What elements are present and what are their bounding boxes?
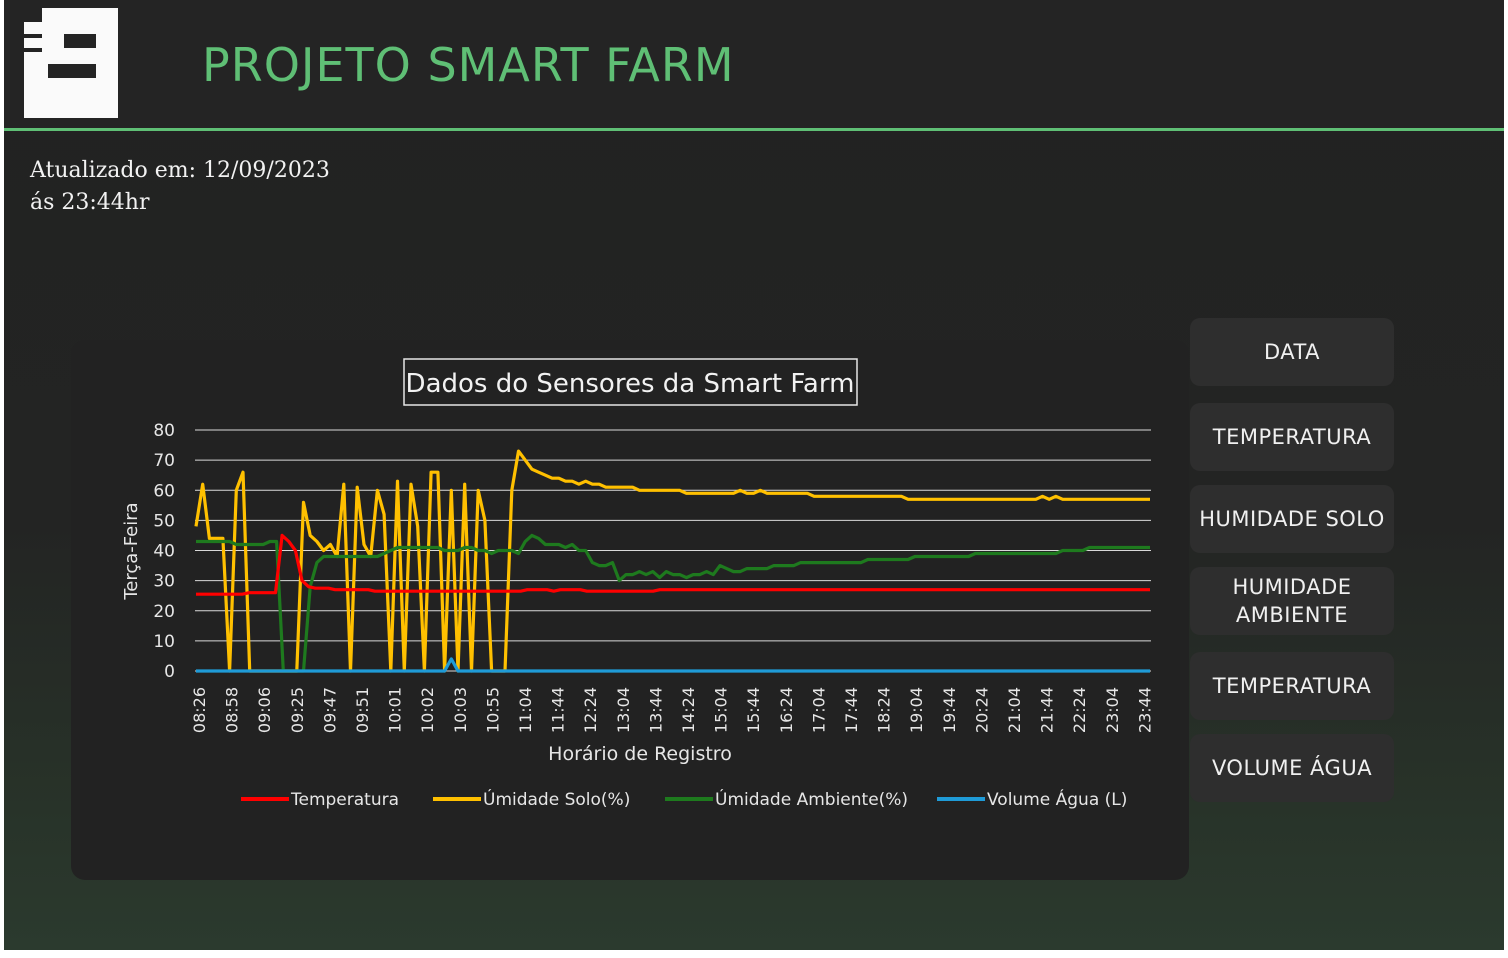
x-tick-label: 09:25 — [288, 687, 307, 733]
legend-item: Temperatura — [241, 790, 399, 810]
x-tick-label: 17:04 — [809, 687, 828, 733]
x-axis-label: Horário de Registro — [548, 743, 732, 765]
x-tick-label: 14:24 — [679, 687, 698, 733]
legend-label: Temperatura — [290, 790, 399, 810]
legend-item: Úmidade Solo(%) — [433, 788, 630, 810]
data-button[interactable]: DATA — [1190, 318, 1394, 386]
legend-item: Volume Água (L) — [937, 788, 1127, 810]
app-title: PROJETO SMART FARM — [202, 38, 735, 92]
y-tick-label: 60 — [153, 481, 175, 501]
y-tick-label: 10 — [153, 632, 175, 652]
series-line — [196, 657, 1150, 673]
temperature-button[interactable]: TEMPERATURA — [1190, 403, 1394, 471]
x-tick-label: 13:44 — [646, 687, 665, 733]
x-tick-label: 10:03 — [451, 687, 470, 733]
chart-legend: Temperatura Úmidade Solo(%) Úmidade Ambien… — [241, 788, 1127, 810]
series-line — [194, 449, 1150, 673]
x-tick-label: 16:24 — [777, 687, 796, 733]
y-tick-label: 30 — [153, 572, 175, 592]
x-tick-label: 21:44 — [1038, 687, 1057, 733]
x-tick-label: 10:55 — [483, 687, 502, 733]
x-tick-label: 23:44 — [1135, 687, 1154, 733]
x-tick-label: 22:24 — [1070, 687, 1089, 733]
x-tick-label: 19:44 — [940, 687, 959, 733]
last-updated-time: ás 23:44hr — [30, 190, 150, 215]
y-axis-label: Terça-Feira — [121, 502, 142, 600]
y-tick-label: 40 — [153, 542, 175, 562]
x-tick-label: 15:44 — [744, 687, 763, 733]
x-tick-label: 19:04 — [907, 687, 926, 733]
legend-label: Úmidade Solo(%) — [483, 788, 630, 810]
x-tick-label: 11:44 — [549, 687, 568, 733]
ambient-humidity-button[interactable]: HUMIDADE AMBIENTE — [1190, 567, 1394, 635]
x-tick-label: 09:51 — [353, 687, 372, 733]
last-updated: Atualizado em: 12/09/2023 ás 23:44hr — [30, 155, 330, 219]
y-tick-label: 80 — [153, 421, 175, 441]
chart-title: Dados do Sensores da Smart Farm — [406, 369, 855, 399]
x-tick-label: 21:04 — [1005, 687, 1024, 733]
x-tick-label: 17:44 — [842, 687, 861, 733]
x-tick-label: 08:26 — [190, 687, 209, 733]
legend-item: Úmidade Ambiente(%) — [665, 788, 908, 810]
x-tick-label: 15:04 — [712, 687, 731, 733]
x-tick-label: 09:06 — [255, 687, 274, 733]
soil-humidity-button[interactable]: HUMIDADE SOLO — [1190, 485, 1394, 553]
x-tick-label: 11:04 — [516, 687, 535, 733]
last-updated-date: Atualizado em: 12/09/2023 — [30, 158, 330, 183]
i9-logo — [24, 8, 118, 118]
header-bar: PROJETO SMART FARM — [4, 0, 1504, 131]
x-tick-label: 13:04 — [614, 687, 633, 733]
y-tick-label: 50 — [153, 511, 175, 531]
y-tick-label: 0 — [164, 662, 175, 682]
x-tick-label: 08:58 — [223, 687, 242, 733]
x-tick-label: 23:04 — [1103, 687, 1122, 733]
y-tick-label: 20 — [153, 602, 175, 622]
x-tick-label: 18:24 — [875, 687, 894, 733]
x-tick-label: 10:02 — [418, 687, 437, 733]
x-tick-label: 10:01 — [386, 687, 405, 733]
legend-label: Úmidade Ambiente(%) — [715, 788, 908, 810]
legend-label: Volume Água (L) — [987, 788, 1127, 810]
x-tick-label: 20:24 — [972, 687, 991, 733]
x-tick-label: 09:47 — [320, 687, 339, 733]
series-line — [196, 533, 1150, 673]
water-volume-button[interactable]: VOLUME ÁGUA — [1190, 734, 1394, 802]
dashboard-frame: PROJETO SMART FARM Atualizado em: 12/09/… — [4, 0, 1504, 950]
y-tick-label: 70 — [153, 451, 175, 471]
x-tick-label: 12:24 — [581, 687, 600, 733]
sensor-chart: Dados do Sensores da Smart Farm 0 10 20 30 4… — [121, 358, 1154, 810]
temperature-button-2[interactable]: TEMPERATURA — [1190, 652, 1394, 720]
